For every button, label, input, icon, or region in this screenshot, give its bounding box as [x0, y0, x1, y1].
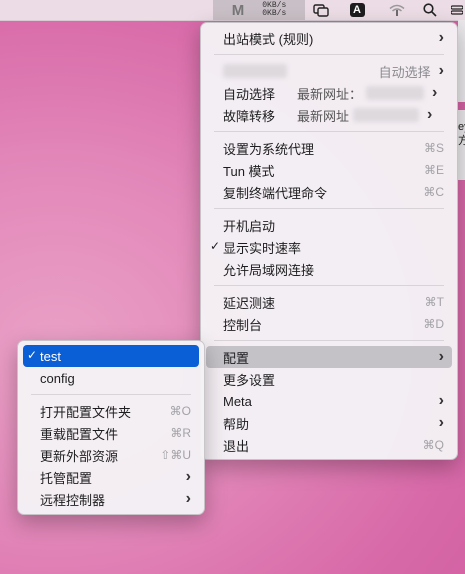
- chevron-right-icon: ›: [185, 490, 191, 507]
- managed-config-label: 托管配置: [40, 470, 93, 486]
- latency-test-label: 延迟测速: [223, 295, 276, 311]
- set-system-proxy-label: 设置为系统代理: [223, 141, 315, 157]
- reload-config-item[interactable]: 重载配置文件 ⌘R: [23, 422, 199, 444]
- chevron-right-icon: ›: [438, 62, 444, 79]
- profile-config-label: config: [40, 370, 75, 386]
- clashx-main-menu: 出站模式 (规则) › 自动选择 › 自动选择 最新网址： › 故障转移 最新网…: [200, 22, 458, 460]
- latest-url-label: 最新网址: [297, 108, 350, 124]
- launch-at-login-item[interactable]: 开机启动: [206, 214, 452, 236]
- chevron-right-icon: ›: [438, 414, 444, 431]
- chevron-right-icon: ›: [432, 84, 438, 101]
- chevron-right-icon: ›: [438, 348, 444, 365]
- clashx-status-item[interactable]: M 0KB/s 0KB/s: [213, 0, 305, 20]
- failover-label: 故障转移: [223, 108, 276, 124]
- meta-label: Meta: [223, 393, 252, 409]
- latest-url-label: 最新网址：: [297, 86, 363, 102]
- outbound-mode-item[interactable]: 出站模式 (规则) ›: [206, 27, 452, 49]
- shortcut-label: ⌘C: [423, 185, 444, 199]
- redacted-url: [366, 86, 425, 100]
- redacted-url: [353, 108, 420, 122]
- background-window-edge: ey 方手: [458, 110, 465, 180]
- help-label: 帮助: [223, 416, 250, 432]
- shortcut-label: ⌘T: [424, 295, 444, 309]
- show-speed-label: 显示实时速率: [223, 240, 302, 256]
- reload-config-label: 重载配置文件: [40, 426, 119, 442]
- profile-test-label: test: [40, 348, 61, 364]
- allow-lan-item[interactable]: 允许局域网连接: [206, 258, 452, 280]
- chevron-right-icon: ›: [438, 392, 444, 409]
- separator: [214, 131, 444, 132]
- download-speed: 0KB/s: [262, 9, 287, 18]
- config-submenu: ✓ test config 打开配置文件夹 ⌘O 重载配置文件 ⌘R 更新外部资…: [17, 340, 205, 515]
- chevron-right-icon: ›: [185, 468, 191, 485]
- open-config-folder-label: 打开配置文件夹: [40, 404, 132, 420]
- copy-terminal-command-label: 复制终端代理命令: [223, 185, 328, 201]
- separator: [31, 394, 191, 395]
- failover-item[interactable]: 故障转移 最新网址 ›: [206, 104, 452, 126]
- set-system-proxy-item[interactable]: 设置为系统代理 ⌘S: [206, 137, 452, 159]
- more-settings-label: 更多设置: [223, 372, 276, 388]
- shortcut-label: ⌘E: [423, 163, 444, 177]
- config-item[interactable]: 配置 ›: [206, 346, 452, 368]
- show-speed-item[interactable]: ✓ 显示实时速率: [206, 236, 452, 258]
- shortcut-label: ⌘S: [423, 141, 444, 155]
- shortcut-label: ⌘R: [170, 426, 191, 440]
- chevron-right-icon: ›: [438, 29, 444, 46]
- separator: [214, 340, 444, 341]
- tun-mode-label: Tun 模式: [223, 163, 275, 179]
- help-item[interactable]: 帮助 ›: [206, 412, 452, 434]
- remote-controller-label: 远程控制器: [40, 492, 106, 508]
- dashboard-label: 控制台: [223, 317, 263, 333]
- search-icon[interactable]: [419, 0, 441, 20]
- shortcut-label: ⇧⌘U: [160, 448, 191, 462]
- quit-item[interactable]: 退出 ⌘Q: [206, 434, 452, 456]
- menu-bar: M 0KB/s 0KB/s A: [0, 0, 465, 21]
- input-source-icon[interactable]: A: [346, 0, 368, 20]
- launch-at-login-label: 开机启动: [223, 218, 276, 234]
- wifi-icon[interactable]: [384, 0, 410, 20]
- managed-config-item[interactable]: 托管配置 ›: [23, 466, 199, 488]
- shortcut-label: ⌘D: [423, 317, 444, 331]
- input-source-letter: A: [349, 3, 365, 17]
- shortcut-label: ⌘Q: [422, 438, 444, 452]
- auto-select-item[interactable]: 自动选择 最新网址： ›: [206, 82, 452, 104]
- tun-mode-item[interactable]: Tun 模式 ⌘E: [206, 159, 452, 181]
- remote-controller-item[interactable]: 远程控制器 ›: [23, 488, 199, 510]
- failover-latest: 最新网址: [297, 106, 420, 125]
- config-label: 配置: [223, 350, 250, 366]
- update-external-resources-item[interactable]: 更新外部资源 ⇧⌘U: [23, 444, 199, 466]
- profile-test-item[interactable]: ✓ test: [23, 345, 199, 367]
- update-external-resources-label: 更新外部资源: [40, 448, 119, 464]
- separator: [214, 285, 444, 286]
- outbound-mode-label: 出站模式 (规则): [223, 31, 314, 47]
- shortcut-label: ⌘O: [169, 404, 191, 418]
- copy-terminal-command-item[interactable]: 复制终端代理命令 ⌘C: [206, 181, 452, 203]
- chevron-right-icon: ›: [427, 106, 433, 123]
- profile-config-item[interactable]: config: [23, 367, 199, 389]
- meta-item[interactable]: Meta ›: [206, 390, 452, 412]
- checkmark-icon: ✓: [27, 348, 38, 362]
- control-center-icon[interactable]: [449, 0, 465, 20]
- allow-lan-label: 允许局域网连接: [223, 262, 315, 278]
- checkmark-icon: ✓: [210, 239, 221, 253]
- auto-select-latest: 最新网址：: [297, 84, 425, 103]
- auto-select-label: 自动选择: [223, 86, 276, 102]
- group-current-selection: 自动选择: [378, 64, 431, 80]
- separator: [214, 54, 444, 55]
- clash-m-icon: M: [231, 1, 245, 19]
- window-switcher-icon[interactable]: [308, 0, 334, 20]
- latency-test-item[interactable]: 延迟测速 ⌘T: [206, 291, 452, 313]
- speed-readout: 0KB/s 0KB/s: [262, 2, 286, 18]
- dashboard-item[interactable]: 控制台 ⌘D: [206, 313, 452, 335]
- more-settings-item[interactable]: 更多设置: [206, 368, 452, 390]
- separator: [214, 208, 444, 209]
- quit-label: 退出: [223, 438, 250, 454]
- proxy-group-item[interactable]: 自动选择 ›: [206, 60, 452, 82]
- open-config-folder-item[interactable]: 打开配置文件夹 ⌘O: [23, 400, 199, 422]
- background-window-top: [458, 20, 465, 102]
- redacted-group-name: [223, 64, 287, 78]
